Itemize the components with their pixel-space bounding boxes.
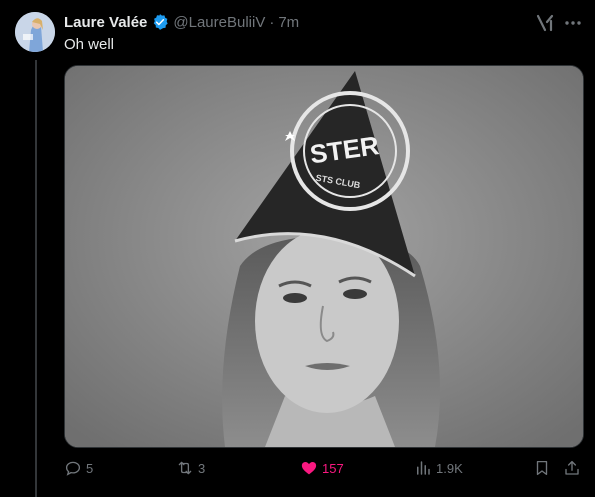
view-count: 1.9K — [436, 460, 463, 476]
bookmark-icon — [536, 460, 548, 476]
reply-count: 5 — [86, 460, 94, 476]
reply-button[interactable]: 5 — [64, 456, 93, 480]
tweet-header: Laure Valée @LaureBuliiV · 7m — [64, 12, 299, 32]
tweet-photo[interactable]: STER STS CLUB — [64, 65, 584, 448]
like-button[interactable]: 157 — [300, 456, 344, 480]
more-options-icon[interactable] — [563, 13, 583, 33]
like-count: 157 — [322, 460, 344, 476]
repost-count: 3 — [198, 460, 206, 476]
bookmark-button[interactable] — [533, 456, 551, 480]
tweet-actions: 5 3 157 1.9K — [64, 456, 584, 480]
reply-icon — [65, 461, 81, 476]
timestamp[interactable]: 7m — [278, 14, 299, 31]
share-button[interactable] — [563, 456, 581, 480]
heart-filled-icon — [301, 462, 317, 475]
handle[interactable]: @LaureBuliiV — [173, 14, 265, 31]
grok-icon[interactable] — [535, 13, 555, 33]
repost-button[interactable]: 3 — [176, 456, 205, 480]
display-name[interactable]: Laure Valée — [64, 14, 147, 31]
avatar[interactable] — [15, 12, 55, 52]
share-icon — [565, 460, 579, 475]
tweet-text: Oh well — [64, 36, 115, 53]
thread-line — [35, 60, 37, 497]
views-button[interactable]: 1.9K — [414, 456, 463, 480]
verified-badge-icon — [151, 13, 169, 31]
repost-icon — [178, 461, 192, 475]
views-chart-icon — [417, 461, 430, 475]
separator-dot: · — [269, 13, 275, 31]
